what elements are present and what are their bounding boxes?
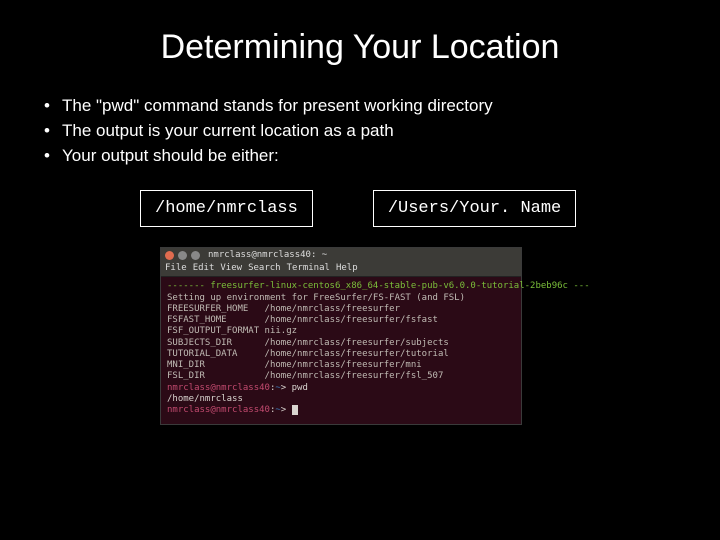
bullet-list: The "pwd" command stands for present wor… <box>40 95 720 168</box>
terminal-output-line: /home/nmrclass <box>167 394 515 405</box>
path-box-linux: /home/nmrclass <box>140 190 313 227</box>
terminal-line: FSL_DIR /home/nmrclass/freesurfer/fsl_50… <box>167 371 515 382</box>
menu-item[interactable]: Help <box>336 263 358 274</box>
terminal-line: FREESURFER_HOME /home/nmrclass/freesurfe… <box>167 304 515 315</box>
menu-item[interactable]: View <box>220 263 242 274</box>
terminal-window: nmrclass@nmrclass40: ~ File Edit View Se… <box>160 247 522 426</box>
terminal-prompt-line: nmrclass@nmrclass40:~> pwd <box>167 383 515 394</box>
path-row: /home/nmrclass /Users/Your. Name <box>140 190 720 227</box>
terminal-line: Setting up environment for FreeSurfer/FS… <box>167 293 515 304</box>
minimize-icon <box>178 251 187 260</box>
menu-item[interactable]: File <box>165 263 187 274</box>
menu-item[interactable]: Edit <box>193 263 215 274</box>
terminal-titlebar: nmrclass@nmrclass40: ~ <box>161 248 521 263</box>
terminal-line: FSF_OUTPUT_FORMAT nii.gz <box>167 326 515 337</box>
slide-title: Determining Your Location <box>0 0 720 67</box>
menu-item[interactable]: Search <box>248 263 281 274</box>
terminal-prompt-line: nmrclass@nmrclass40:~> <box>167 405 515 416</box>
terminal-line: TUTORIAL_DATA /home/nmrclass/freesurfer/… <box>167 349 515 360</box>
close-icon <box>165 251 174 260</box>
terminal-window-title: nmrclass@nmrclass40: ~ <box>208 250 327 261</box>
bullet-item: The "pwd" command stands for present wor… <box>40 95 720 118</box>
path-box-mac: /Users/Your. Name <box>373 190 576 227</box>
cursor-icon <box>292 405 298 415</box>
slide: Determining Your Location The "pwd" comm… <box>0 0 720 540</box>
terminal-line: ------- freesurfer-linux-centos6_x86_64-… <box>167 281 515 292</box>
bullet-item: The output is your current location as a… <box>40 120 720 143</box>
menu-item[interactable]: Terminal <box>287 263 330 274</box>
maximize-icon <box>191 251 200 260</box>
terminal-menubar: File Edit View Search Terminal Help <box>161 263 521 277</box>
bullet-item: Your output should be either: <box>40 145 720 168</box>
terminal-line: SUBJECTS_DIR /home/nmrclass/freesurfer/s… <box>167 338 515 349</box>
terminal-line: FSFAST_HOME /home/nmrclass/freesurfer/fs… <box>167 315 515 326</box>
terminal-body[interactable]: ------- freesurfer-linux-centos6_x86_64-… <box>161 277 521 424</box>
terminal-line: MNI_DIR /home/nmrclass/freesurfer/mni <box>167 360 515 371</box>
